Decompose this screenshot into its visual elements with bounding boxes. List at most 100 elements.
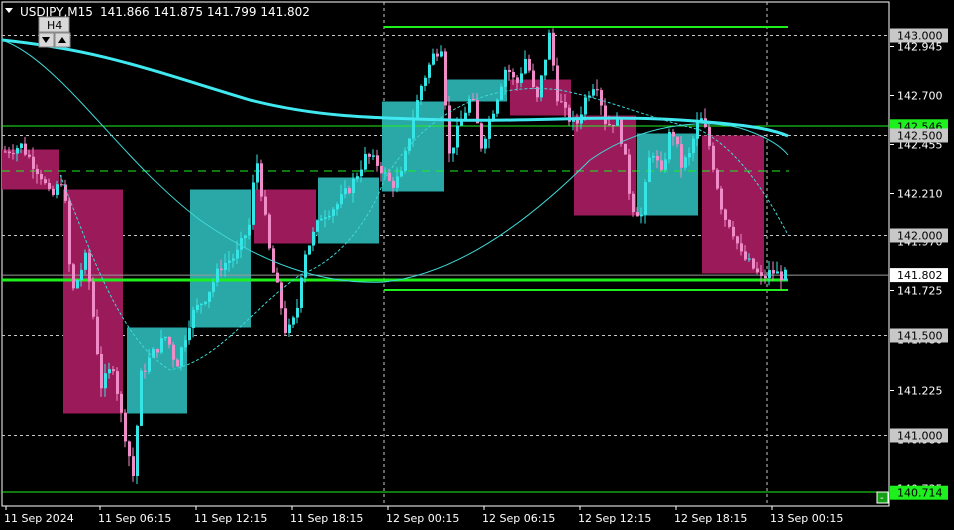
bear-candle — [636, 212, 639, 217]
bull-candle — [412, 119, 415, 139]
price-tick-label: 142.210 — [897, 188, 943, 201]
bull-candle — [652, 155, 655, 158]
bear-candle — [12, 153, 15, 155]
bull-candle — [464, 112, 467, 120]
h4-candle-box — [127, 327, 187, 414]
bull-candle — [300, 277, 303, 308]
bear-candle — [24, 143, 27, 155]
bear-candle — [632, 193, 635, 213]
price-level-label: 141.802 — [897, 269, 943, 282]
bear-candle — [480, 123, 483, 149]
bear-candle — [168, 336, 171, 345]
bull-candle — [332, 209, 335, 216]
bear-candle — [380, 165, 383, 174]
bear-candle — [52, 188, 55, 195]
bear-candle — [716, 169, 719, 189]
price-level-label: 140.714 — [897, 487, 943, 500]
bull-candle — [108, 369, 111, 374]
bear-candle — [264, 196, 267, 215]
bear-candle — [764, 276, 767, 279]
bear-candle — [96, 316, 99, 354]
bear-candle — [660, 160, 663, 170]
bull-candle — [548, 32, 551, 60]
bull-candle — [688, 153, 691, 158]
bull-candle — [400, 171, 403, 177]
bull-candle — [320, 218, 323, 221]
bull-candle — [684, 157, 687, 168]
bull-candle — [324, 217, 327, 219]
bull-candle — [336, 204, 339, 210]
bull-candle — [20, 143, 23, 149]
price-level-label: 143.000 — [897, 30, 943, 43]
bull-candle — [592, 89, 595, 96]
bear-candle — [388, 172, 391, 181]
bear-candle — [552, 32, 555, 66]
bull-candle — [148, 357, 151, 372]
bull-candle — [200, 303, 203, 305]
bull-candle — [384, 172, 387, 174]
bull-candle — [192, 309, 195, 329]
bull-candle — [56, 184, 59, 195]
price-level-label: 141.500 — [897, 330, 943, 343]
bear-candle — [772, 270, 775, 274]
bull-candle — [292, 317, 295, 325]
bear-candle — [436, 53, 439, 57]
bear-candle — [560, 101, 563, 103]
bear-candle — [132, 456, 135, 477]
bull-candle — [496, 99, 499, 114]
bear-candle — [720, 188, 723, 210]
price-tick-label: 141.225 — [897, 385, 943, 398]
bear-candle — [144, 370, 147, 372]
time-tick-label: 12 Sep 12:15 — [578, 512, 651, 525]
bear-candle — [680, 144, 683, 168]
bull-candle — [288, 324, 291, 333]
bull-candle — [76, 280, 79, 289]
bear-candle — [612, 124, 615, 126]
time-tick-label: 11 Sep 12:15 — [194, 512, 267, 525]
price-chart[interactable]: 143.000142.945142.700142.455142.210141.9… — [0, 0, 954, 530]
bear-candle — [176, 359, 179, 367]
bull-candle — [644, 182, 647, 215]
bull-candle — [196, 304, 199, 310]
bull-candle — [440, 51, 443, 57]
bull-candle — [396, 176, 399, 188]
bull-candle — [696, 120, 699, 139]
bear-candle — [276, 272, 279, 283]
bull-candle — [228, 260, 231, 263]
bull-candle — [136, 425, 139, 477]
bear-candle — [528, 58, 531, 71]
bull-candle — [352, 178, 355, 194]
time-tick-label: 11 Sep 2024 — [4, 512, 74, 525]
bull-candle — [164, 336, 167, 339]
bull-candle — [240, 238, 243, 250]
bear-candle — [516, 77, 519, 83]
bear-candle — [444, 51, 447, 106]
time-tick-label: 12 Sep 06:15 — [482, 512, 555, 525]
bear-candle — [4, 151, 7, 153]
bear-candle — [596, 89, 599, 91]
bear-candle — [736, 236, 739, 244]
bear-candle — [280, 282, 283, 309]
bear-candle — [68, 200, 71, 265]
bull-candle — [232, 258, 235, 261]
bear-candle — [672, 131, 675, 137]
bull-candle — [424, 77, 427, 86]
bear-candle — [508, 69, 511, 72]
bear-candle — [156, 348, 159, 353]
bull-candle — [152, 348, 155, 358]
bear-candle — [780, 271, 783, 281]
bear-candle — [556, 65, 559, 102]
bull-candle — [420, 85, 423, 101]
bull-candle — [244, 235, 247, 239]
bear-candle — [100, 353, 103, 389]
bull-candle — [256, 163, 259, 183]
bear-candle — [92, 281, 95, 317]
h4-candle-box — [190, 189, 251, 328]
bear-candle — [624, 143, 627, 155]
bear-candle — [40, 174, 43, 180]
bear-candle — [124, 412, 127, 442]
bear-candle — [724, 209, 727, 220]
price-tick-label: 141.725 — [897, 285, 943, 298]
bull-candle — [360, 169, 363, 177]
bear-candle — [268, 214, 271, 249]
